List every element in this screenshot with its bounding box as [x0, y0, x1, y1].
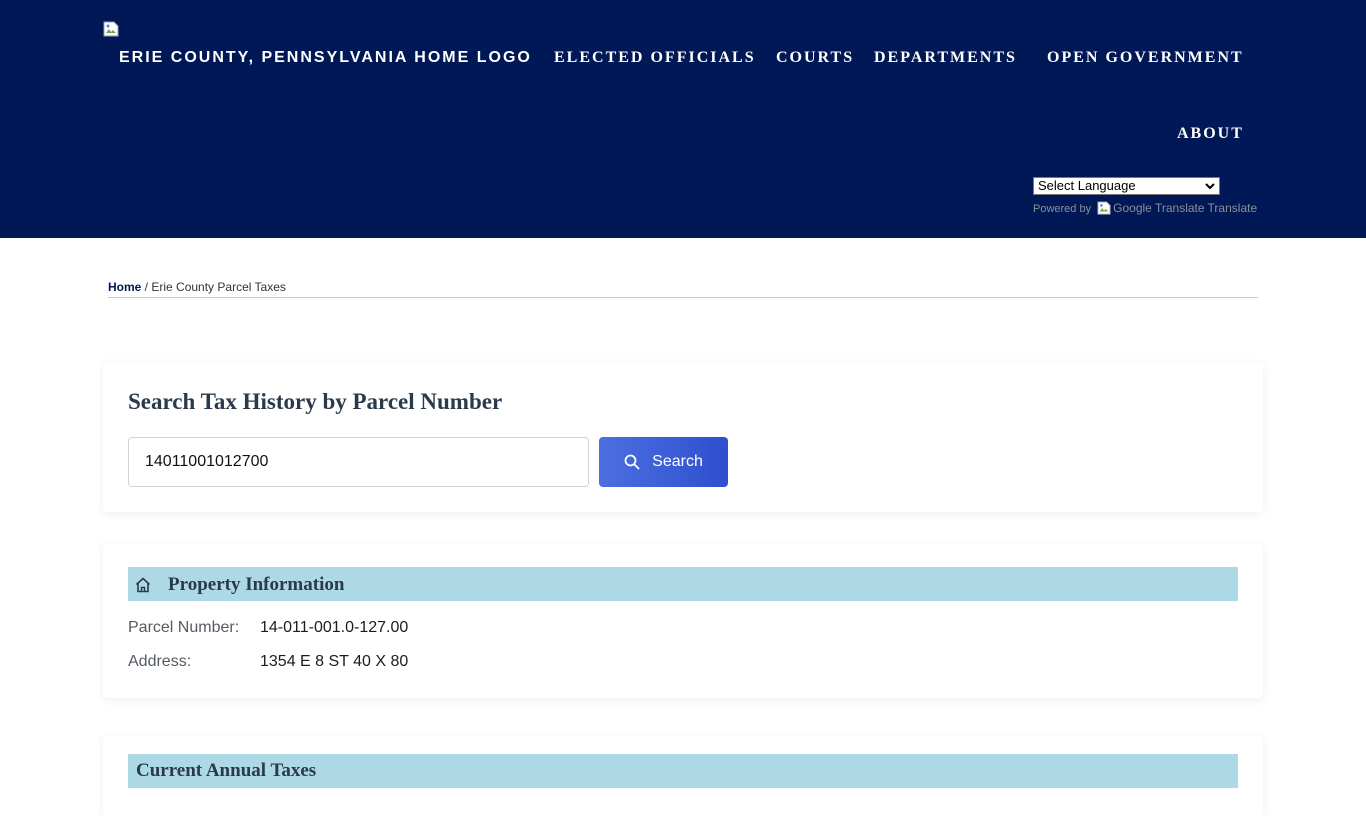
property-section-header: Property Information	[128, 567, 1238, 601]
powered-by-text: Powered by	[1033, 203, 1092, 215]
broken-image-icon	[1097, 201, 1111, 215]
nav-about[interactable]: ABOUT	[1177, 125, 1244, 143]
parcel-number-input[interactable]	[128, 437, 589, 487]
site-header: ERIE COUNTY, PENNSYLVANIA HOME LOGO ELEC…	[0, 0, 1366, 238]
property-card: Property Information Parcel Number: 14-0…	[103, 543, 1263, 698]
address-value: 1354 E 8 ST 40 X 80	[260, 653, 409, 670]
language-select-value: Select Language	[1038, 178, 1136, 193]
nav-open-government[interactable]: OPEN GOVERNMENT	[1047, 49, 1244, 67]
address-label: Address:	[128, 653, 192, 670]
search-icon	[624, 454, 640, 470]
breadcrumb-separator: /	[141, 280, 152, 294]
breadcrumb-home-link[interactable]: Home	[108, 280, 141, 294]
chevron-down-icon	[1205, 183, 1215, 190]
breadcrumb-current: Erie County Parcel Taxes	[151, 280, 286, 294]
property-section-title: Property Information	[168, 574, 345, 595]
taxes-section-header: Current Annual Taxes	[128, 754, 1238, 788]
taxes-card: Current Annual Taxes	[103, 736, 1263, 816]
broken-image-icon[interactable]	[103, 21, 119, 37]
home-icon	[135, 577, 151, 593]
search-title: Search Tax History by Parcel Number	[128, 389, 503, 414]
nav-elected-officials[interactable]: ELECTED OFFICIALS	[554, 49, 756, 67]
nav-departments[interactable]: DEPARTMENTS	[874, 49, 1017, 67]
home-logo-link[interactable]: ERIE COUNTY, PENNSYLVANIA HOME LOGO	[119, 49, 532, 67]
parcel-number-label: Parcel Number:	[128, 619, 240, 636]
parcel-number-value: 14-011-001.0-127.00	[260, 619, 409, 636]
search-button[interactable]: Search	[599, 437, 728, 487]
language-select[interactable]: Select Language	[1033, 177, 1220, 195]
search-card: Search Tax History by Parcel Number Sear…	[103, 363, 1263, 512]
search-button-label: Search	[652, 453, 703, 470]
translate-attribution: Powered by Google Translate Translate	[1033, 201, 1257, 215]
translate-link[interactable]: Translate	[1208, 201, 1258, 215]
breadcrumb: Home / Erie County Parcel Taxes	[108, 280, 1258, 298]
taxes-section-title: Current Annual Taxes	[136, 760, 317, 781]
nav-courts[interactable]: COURTS	[776, 49, 854, 67]
google-translate-logo-alt: Google Translate	[1113, 201, 1205, 215]
